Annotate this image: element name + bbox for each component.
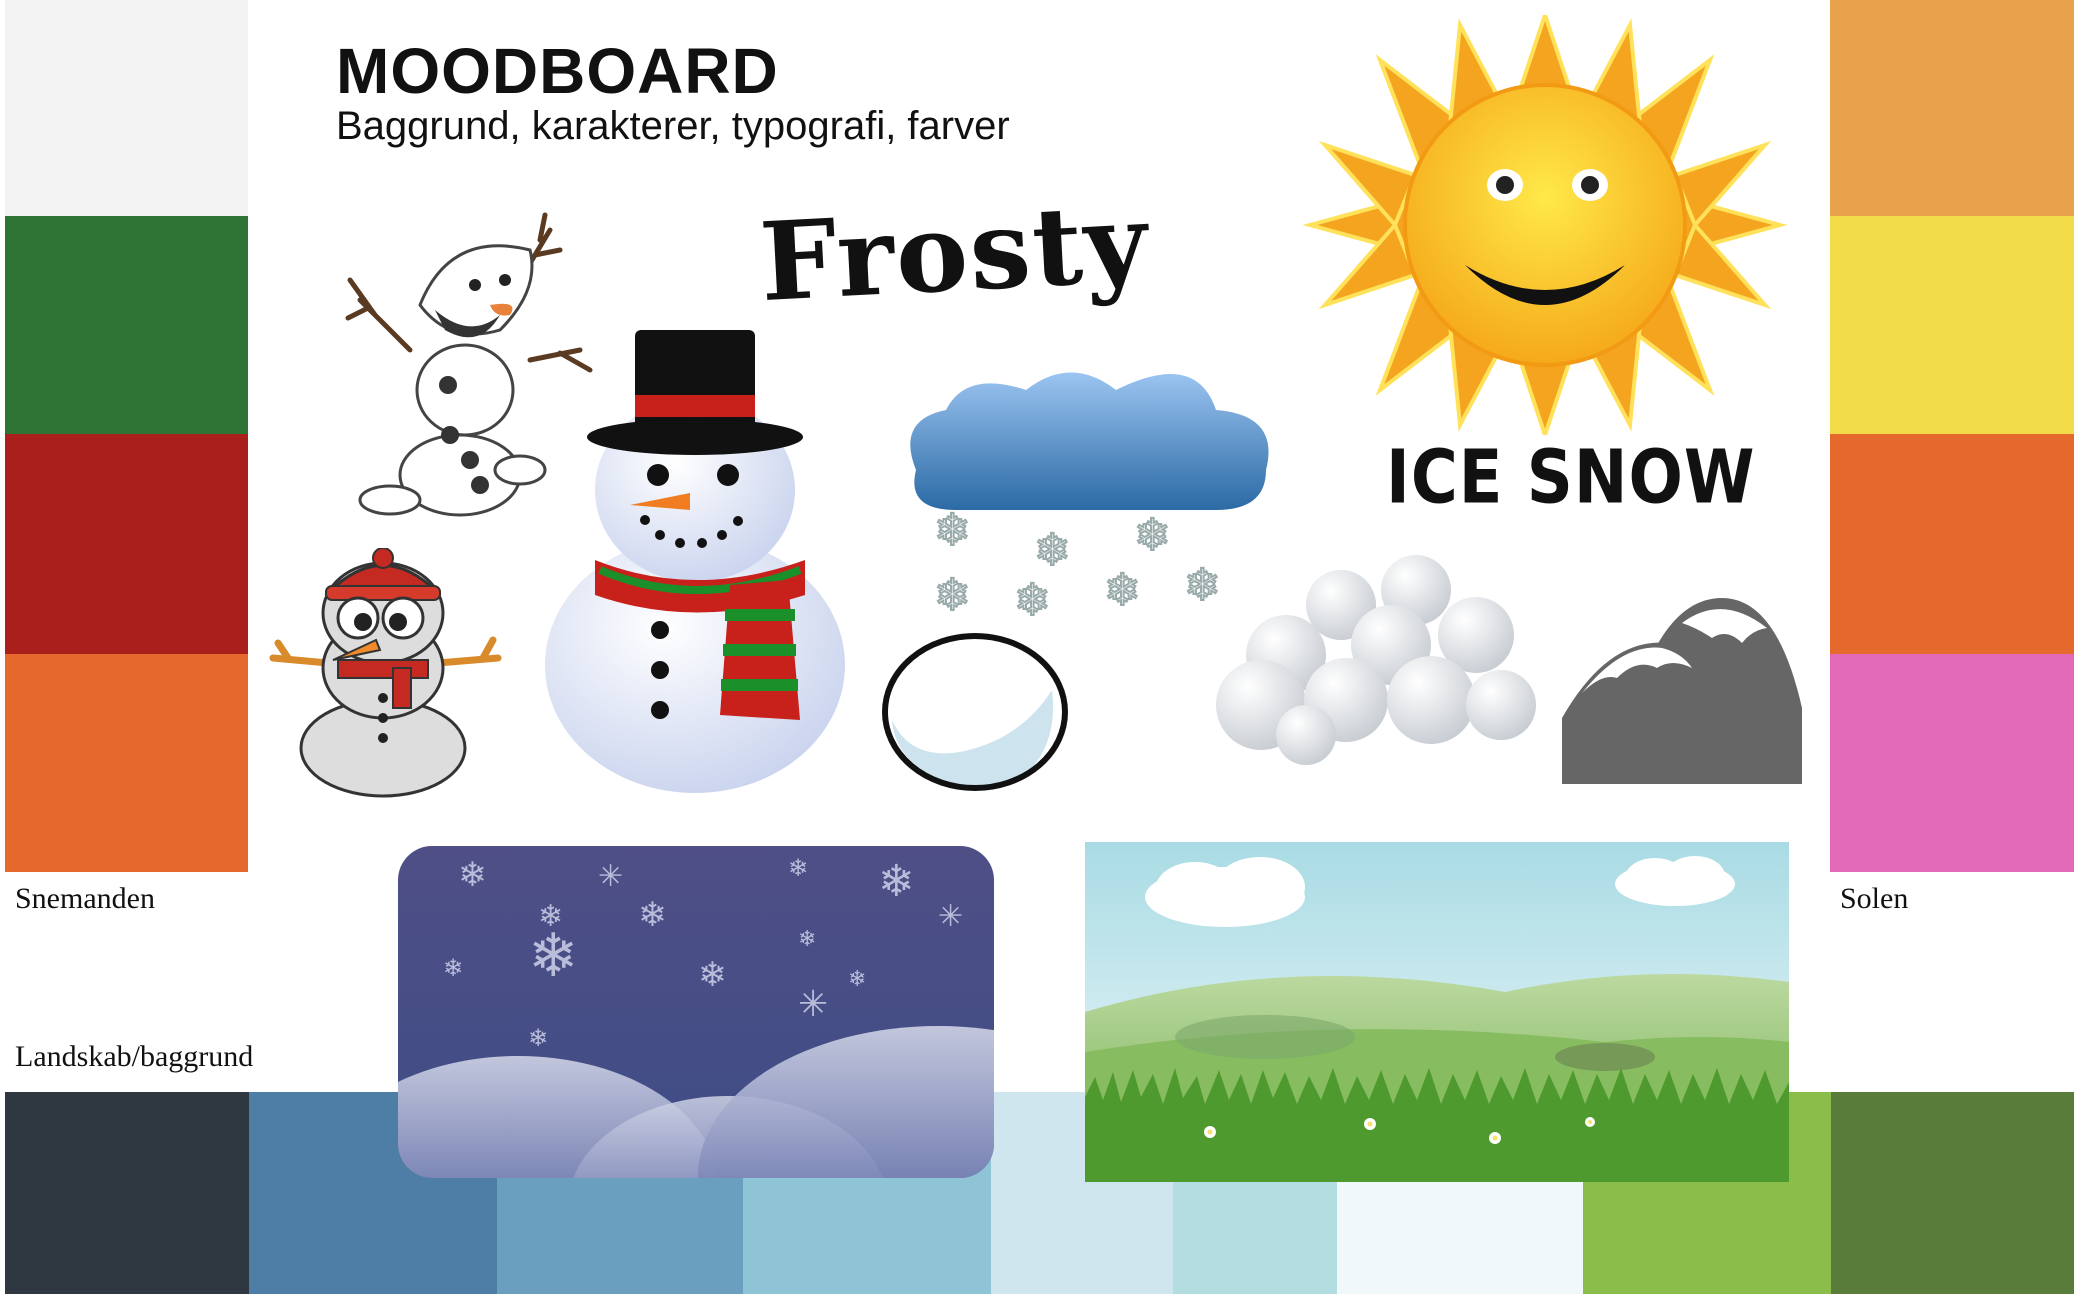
svg-text:❄: ❄: [1034, 525, 1071, 576]
svg-text:✳: ✳: [938, 899, 963, 934]
svg-text:✳: ✳: [598, 859, 623, 894]
svg-text:❄: ❄: [798, 927, 816, 952]
svg-text:❄: ❄: [878, 856, 915, 907]
snowman-swatch-3: [5, 434, 248, 654]
svg-text:❄: ❄: [788, 854, 808, 882]
svg-text:❄: ❄: [934, 570, 971, 620]
sun-label: Solen: [1840, 882, 1909, 915]
page-title: MOODBOARD: [336, 35, 779, 107]
svg-text:❄: ❄: [1014, 575, 1051, 620]
svg-text:❄: ❄: [458, 855, 487, 895]
landscape-label: Landskab/baggrund: [15, 1040, 254, 1073]
snowman-swatch-2: [5, 216, 248, 434]
snowman-label: Snemanden: [15, 882, 155, 915]
svg-text:❄: ❄: [443, 954, 463, 982]
snowy-mountain-icon: [1562, 598, 1802, 784]
sun-swatch-2: [1830, 216, 2074, 434]
smiling-sun-icon: [1300, 15, 1790, 435]
cartoon-snowman-icon: [268, 548, 504, 798]
svg-text:❄: ❄: [638, 895, 667, 935]
landscape-swatch-9: [1831, 1092, 2074, 1294]
green-meadow-background: [1085, 842, 1789, 1182]
svg-text:✳: ✳: [798, 984, 828, 1025]
svg-text:❄: ❄: [934, 505, 971, 556]
snowball-pile-icon: [1216, 555, 1536, 765]
svg-text:❄: ❄: [528, 1024, 548, 1052]
sun-swatch-4: [1830, 654, 2074, 872]
sun-swatch-1: [1830, 0, 2074, 216]
snowman-swatch-4: [5, 654, 248, 872]
snowman-swatch-1: [5, 0, 248, 216]
svg-text:❄: ❄: [698, 955, 727, 995]
winter-night-background: ❄ ✳ ❄ ❄ ❄ ❄ ❄ ❄ ✳ ❄ ❄ ❄ ✳ ❄: [398, 846, 994, 1178]
landscape-swatch-1: [5, 1092, 249, 1294]
page-subtitle: Baggrund, karakterer, typografi, farver: [336, 104, 1010, 148]
sun-swatch-3: [1830, 434, 2074, 654]
ice-snow-typography: ICE SNOW: [1386, 436, 1756, 522]
top-hat-snowman-icon: [540, 325, 850, 795]
svg-text:❄: ❄: [1104, 565, 1141, 616]
svg-text:❄: ❄: [1134, 510, 1171, 561]
frosty-typography: Frosty: [756, 179, 1153, 327]
svg-text:❄: ❄: [848, 967, 866, 992]
svg-text:❄: ❄: [528, 921, 578, 991]
snowball-icon: [880, 630, 1072, 792]
